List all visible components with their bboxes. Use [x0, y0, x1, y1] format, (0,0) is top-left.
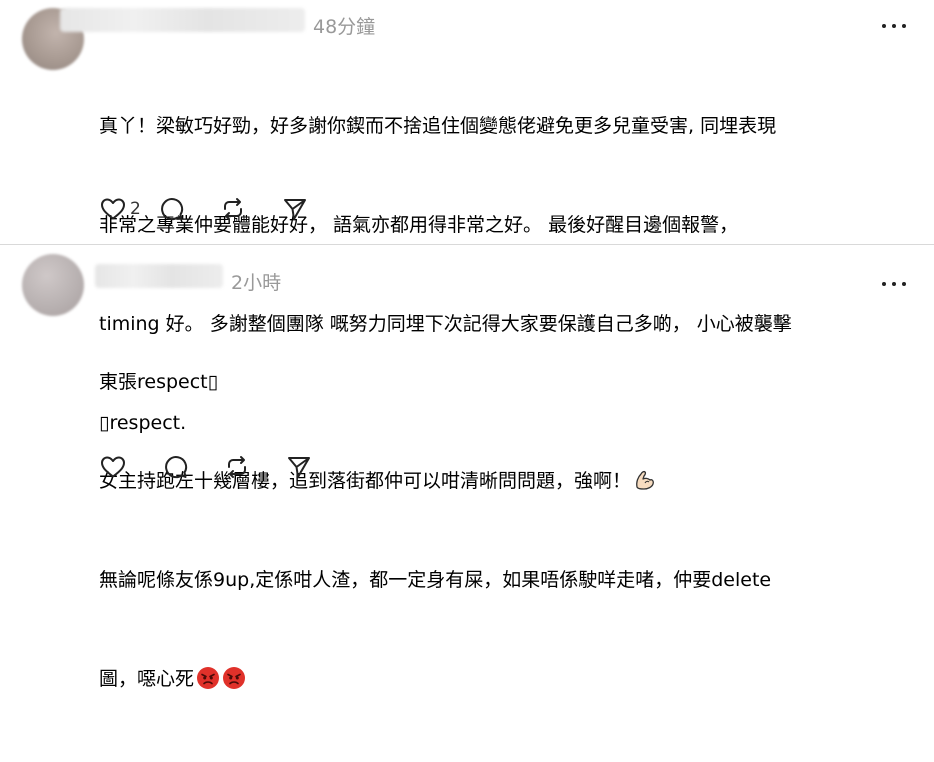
timestamp: 48分鐘	[313, 16, 376, 38]
comment-line: 圖，噁心死	[99, 668, 195, 690]
comment-button[interactable]	[158, 196, 220, 222]
flexed-biceps-emoji	[636, 470, 654, 490]
share-icon	[284, 199, 306, 220]
action-bar	[100, 454, 326, 480]
repost-button[interactable]	[220, 196, 282, 222]
share-button[interactable]	[282, 196, 322, 222]
more-options-icon[interactable]	[882, 280, 906, 288]
comment-line: 無論呢條友係9up,定係咁人渣，都一定身有屎，如果唔係駛咩走啫，仲要delete	[99, 569, 772, 591]
comment-icon	[165, 456, 188, 479]
comment-icon	[161, 198, 184, 221]
repost-icon	[228, 456, 246, 478]
comment-button[interactable]	[162, 454, 224, 480]
comment-post: 2小時 東張respect▯ 女主持跑左十幾層樓，追到落街都仲可以咁清晰問問題，…	[0, 246, 934, 690]
username-blurred[interactable]	[60, 8, 305, 32]
timestamp: 2小時	[231, 272, 282, 294]
angry-face-emoji	[197, 667, 220, 689]
avatar[interactable]	[22, 254, 84, 316]
like-count: 2	[130, 199, 141, 219]
like-button[interactable]: 2	[100, 196, 158, 222]
share-button[interactable]	[286, 454, 326, 480]
heart-icon	[101, 456, 125, 478]
comment-line: 東張respect▯	[99, 371, 219, 393]
more-options-icon[interactable]	[882, 22, 906, 30]
share-icon	[288, 457, 310, 478]
like-button[interactable]	[100, 454, 162, 480]
repost-button[interactable]	[224, 454, 286, 480]
comment-line-with-emoji: 圖，噁心死	[99, 663, 914, 696]
comment-post: 48分鐘 真丫！梁敏巧好勁，好多謝你鍥而不捨追住個變態佬避免更多兒童受害, 同埋…	[0, 0, 934, 434]
divider	[0, 244, 934, 245]
heart-icon	[101, 198, 125, 220]
comment-line: 真丫！梁敏巧好勁，好多謝你鍥而不捨追住個變態佬避免更多兒童受害, 同埋表現	[99, 115, 777, 137]
repost-icon	[224, 198, 242, 220]
angry-face-emoji	[223, 667, 246, 689]
comment-text: 東張respect▯ 女主持跑左十幾層樓，追到落街都仲可以咁清晰問問題，強啊！ …	[99, 300, 914, 762]
username-blurred[interactable]	[95, 264, 223, 288]
action-bar: 2	[100, 196, 322, 222]
